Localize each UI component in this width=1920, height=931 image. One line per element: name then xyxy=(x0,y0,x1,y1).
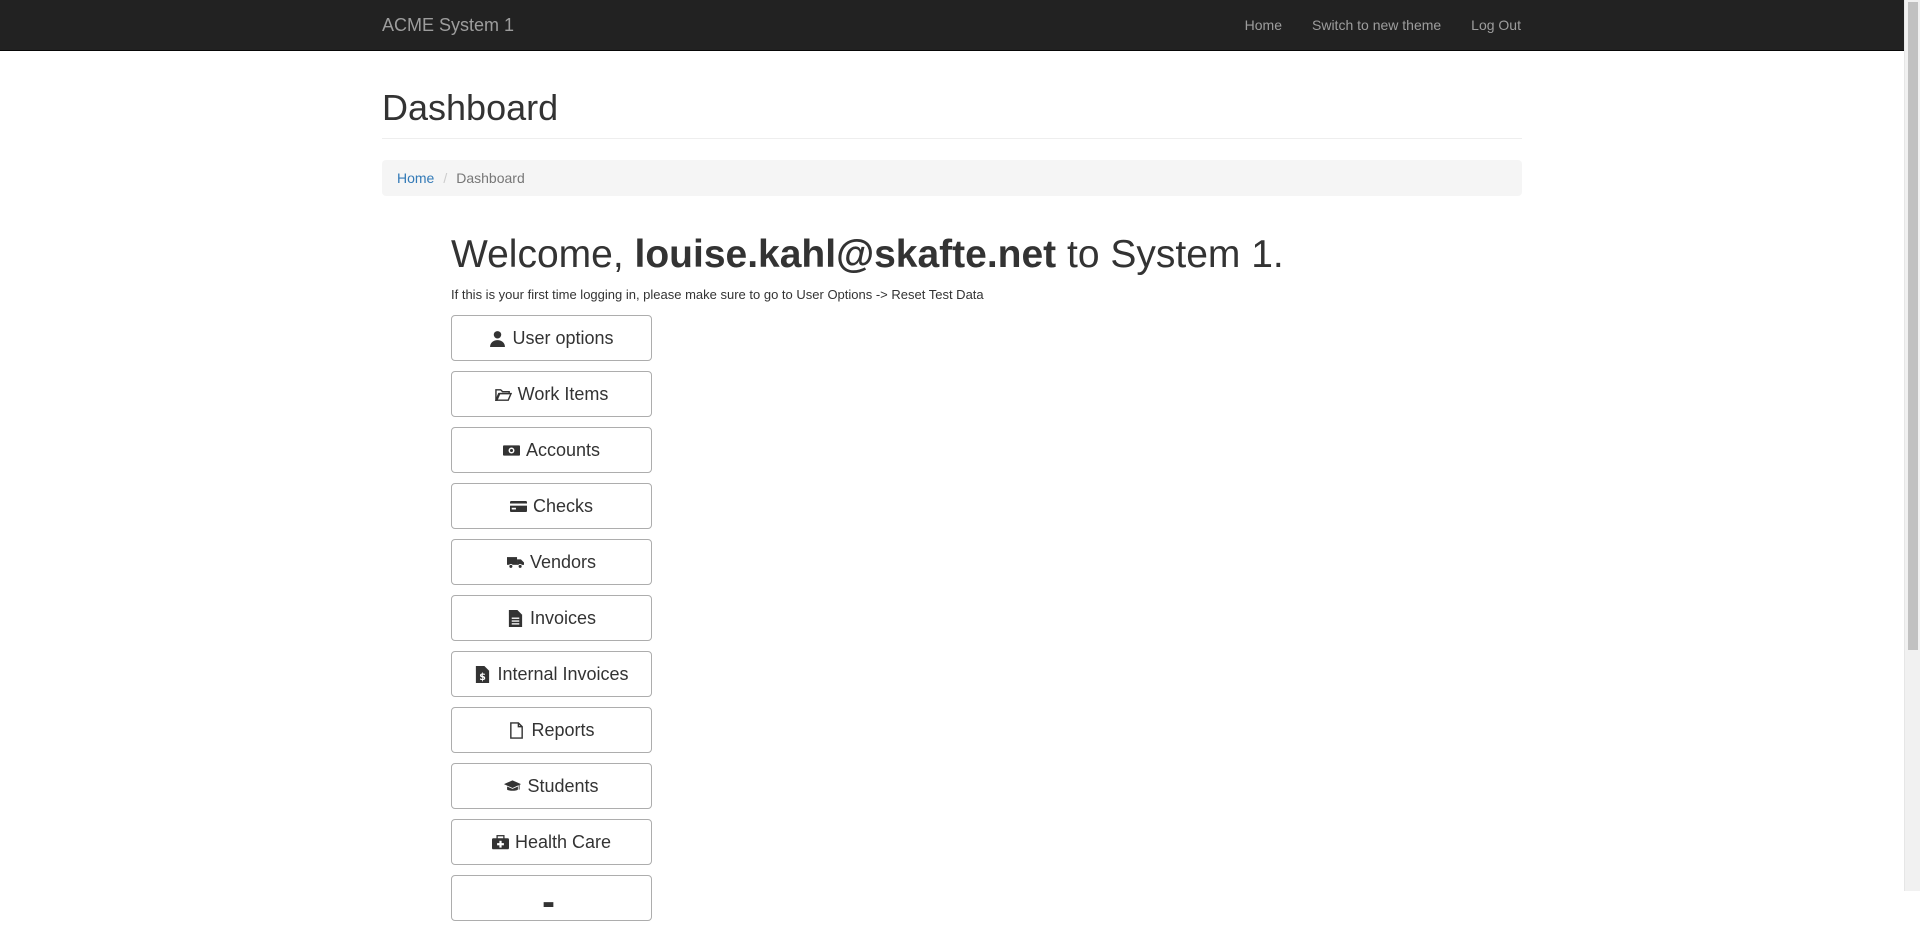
scrollbar-thumb[interactable] xyxy=(1908,2,1918,650)
button-label: Invoices xyxy=(529,607,597,628)
nav-links: Home Switch to new theme Log Out xyxy=(1245,17,1521,33)
invoices-button[interactable]: Invoices xyxy=(451,595,652,641)
button-label: Reports xyxy=(531,719,595,740)
first-login-hint: If this is your first time logging in, p… xyxy=(451,287,984,302)
medkit-icon xyxy=(491,834,509,849)
welcome-suffix: to System 1. xyxy=(1056,233,1284,276)
folder-open-icon xyxy=(494,388,512,401)
partial-icon xyxy=(543,901,554,907)
checks-button[interactable]: Checks xyxy=(451,483,652,529)
file-icon xyxy=(510,721,524,739)
breadcrumb-home-link[interactable]: Home xyxy=(397,170,434,186)
nav-home-link[interactable]: Home xyxy=(1245,17,1282,33)
nav-switch-theme-link[interactable]: Switch to new theme xyxy=(1312,17,1441,33)
students-button[interactable]: Students xyxy=(451,763,652,809)
breadcrumb-current: Dashboard xyxy=(456,170,525,186)
health-care-button[interactable]: Health Care xyxy=(451,819,652,865)
button-label: User options xyxy=(512,327,614,348)
money-icon xyxy=(502,444,520,456)
top-navbar: ACME System 1 Home Switch to new theme L… xyxy=(0,0,1904,51)
accounts-button[interactable]: Accounts xyxy=(451,427,652,473)
user-options-button[interactable]: User options xyxy=(451,315,652,361)
truck-icon xyxy=(506,556,524,569)
partially-visible-button[interactable] xyxy=(451,875,652,921)
title-divider xyxy=(382,138,1522,139)
vendors-button[interactable]: Vendors xyxy=(451,539,652,585)
graduation-cap-icon xyxy=(504,779,522,791)
work-items-button[interactable]: Work Items xyxy=(451,371,652,417)
button-label: Accounts xyxy=(525,439,601,460)
reports-button[interactable]: Reports xyxy=(451,707,652,753)
brand-link[interactable]: ACME System 1 xyxy=(382,15,514,35)
button-label: Checks xyxy=(532,495,594,516)
welcome-heading: Welcome, louise.kahl@skafte.net to Syste… xyxy=(451,232,1284,278)
button-label: Students xyxy=(527,775,599,796)
button-label: Health Care xyxy=(514,831,612,852)
welcome-prefix: Welcome, xyxy=(451,233,635,276)
dashboard-menu: User options Work Items Accounts Checks … xyxy=(451,315,652,931)
user-icon xyxy=(490,330,506,347)
button-label: Internal Invoices xyxy=(497,663,629,684)
internal-invoices-button[interactable]: $ Internal Invoices xyxy=(451,651,652,697)
file-invoice-dollar-icon: $ xyxy=(476,665,490,683)
welcome-user: louise.kahl@skafte.net xyxy=(634,233,1057,276)
button-label: Work Items xyxy=(517,383,609,404)
credit-card-icon xyxy=(509,500,527,512)
vertical-scrollbar[interactable] xyxy=(1904,0,1920,891)
nav-logout-link[interactable]: Log Out xyxy=(1471,17,1521,33)
page-title: Dashboard xyxy=(382,87,559,128)
svg-text:$: $ xyxy=(480,672,487,683)
button-label: Vendors xyxy=(529,551,597,572)
breadcrumb: Home / Dashboard xyxy=(382,160,1522,196)
file-text-icon xyxy=(508,609,523,627)
breadcrumb-separator: / xyxy=(443,170,448,186)
